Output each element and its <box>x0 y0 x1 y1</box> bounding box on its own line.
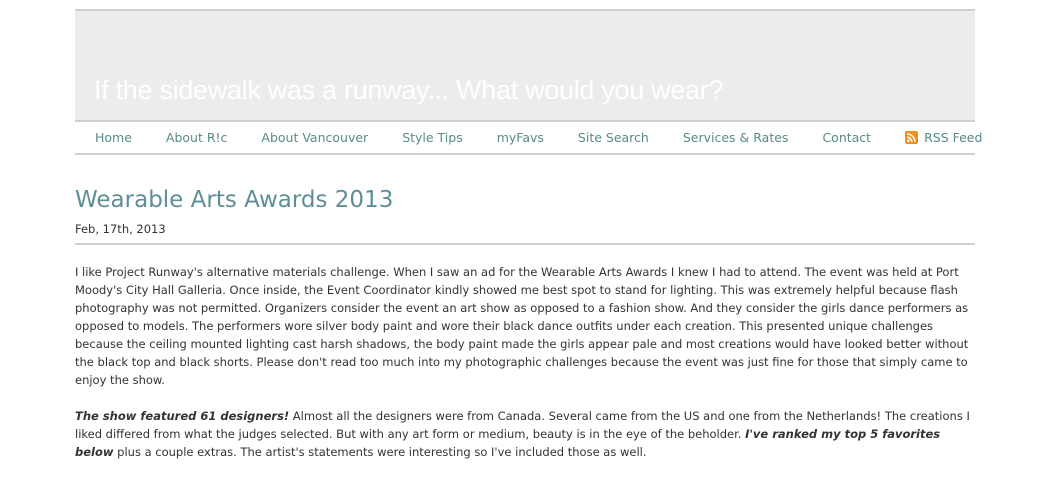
title-divider <box>75 243 975 245</box>
nav-style-tips[interactable]: Style Tips <box>402 130 463 145</box>
nav-about-ric[interactable]: About R!c <box>166 130 228 145</box>
site-tagline: If the sidewalk was a runway... What wou… <box>94 75 724 105</box>
paragraph-emphasis-designers: The show featured 61 designers! <box>75 409 290 423</box>
paragraph-text-2: plus a couple extras. The artist's state… <box>113 445 647 459</box>
post-paragraph-2: The show featured 61 designers! Almost a… <box>75 407 975 461</box>
header-banner: If the sidewalk was a runway... What wou… <box>75 9 975 122</box>
page-container: If the sidewalk was a runway... What wou… <box>75 9 982 459</box>
rss-feed-label: RSS Feed <box>924 130 983 145</box>
post-title[interactable]: Wearable Arts Awards 2013 <box>75 187 393 213</box>
post-paragraph-1: I like Project Runway's alternative mate… <box>75 265 969 387</box>
nav-services-rates[interactable]: Services & Rates <box>683 130 789 145</box>
nav-about-vancouver[interactable]: About Vancouver <box>261 130 368 145</box>
nav-site-search[interactable]: Site Search <box>578 130 649 145</box>
nav-home[interactable]: Home <box>95 130 132 145</box>
post-date: Feb, 17th, 2013 <box>75 222 166 236</box>
rss-icon <box>905 131 919 144</box>
nav-rss-feed[interactable]: RSS Feed <box>905 130 982 145</box>
nav-myfavs[interactable]: myFavs <box>497 130 544 145</box>
main-navigation: Home About R!c About Vancouver Style Tip… <box>75 122 982 155</box>
nav-contact[interactable]: Contact <box>822 130 871 145</box>
